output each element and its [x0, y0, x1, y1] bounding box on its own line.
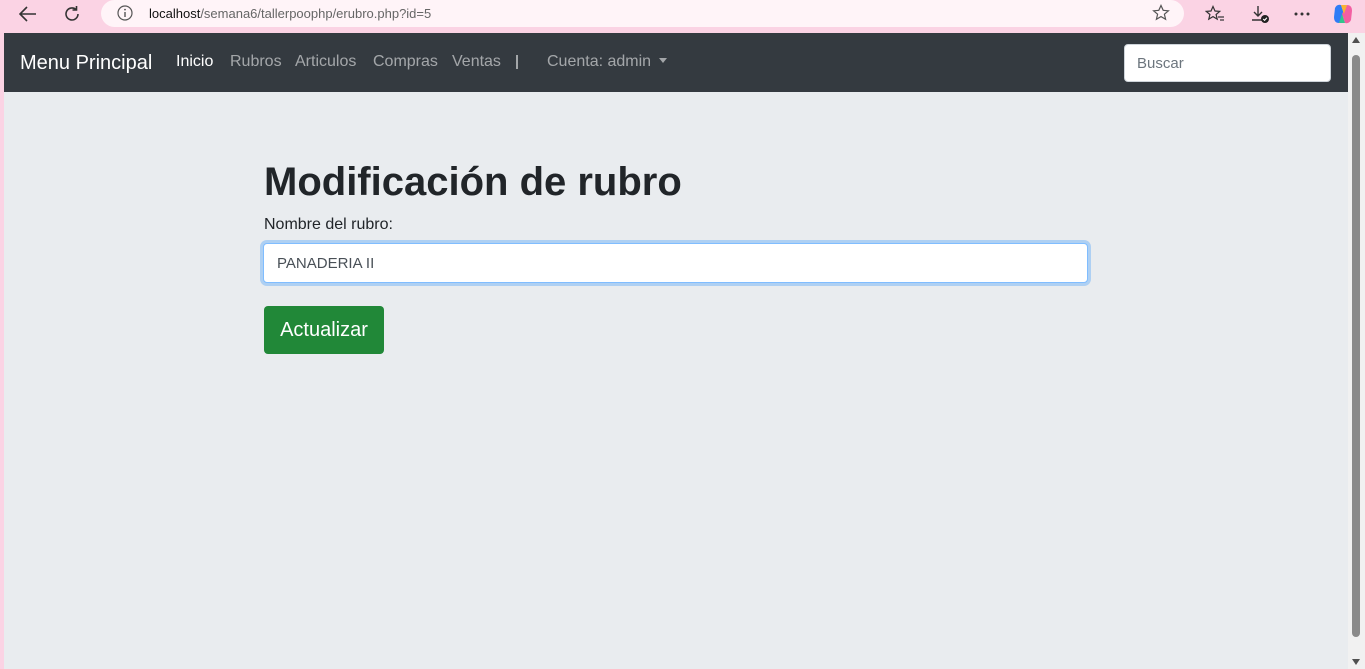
- copilot-button[interactable]: [1328, 1, 1358, 27]
- account-dropdown[interactable]: Cuenta: admin: [547, 53, 668, 71]
- navbar-brand[interactable]: Menu Principal: [20, 52, 152, 75]
- nav-link-articulos[interactable]: Articulos: [295, 53, 356, 71]
- downloads-icon: [1252, 6, 1269, 23]
- favorites-icon: [1205, 5, 1224, 21]
- url-text: localhost/semana6/tallerpoophp/erubro.ph…: [149, 6, 432, 21]
- caret-down-icon: [659, 58, 668, 63]
- browser-toolbar: localhost/semana6/tallerpoophp/erubro.ph…: [0, 0, 1365, 33]
- account-label: Cuenta: admin: [547, 53, 652, 70]
- nav-link-ventas[interactable]: Ventas: [452, 53, 501, 71]
- more-button[interactable]: [1287, 1, 1317, 27]
- search-input[interactable]: [1124, 44, 1331, 82]
- address-bar[interactable]: localhost/semana6/tallerpoophp/erubro.ph…: [101, 0, 1184, 27]
- reload-icon: [65, 6, 79, 21]
- more-icon: [1294, 12, 1310, 16]
- navbar: Menu Principal Inicio Rubros Articulos C…: [4, 33, 1348, 92]
- nav-link-rubros[interactable]: Rubros: [230, 53, 282, 71]
- back-arrow-icon: [19, 6, 36, 22]
- page-title: Modificación de rubro: [264, 160, 682, 204]
- copilot-icon: [1334, 4, 1352, 24]
- scroll-down-arrow-icon[interactable]: [1352, 659, 1360, 665]
- scroll-up-arrow-icon[interactable]: [1352, 37, 1360, 43]
- downloads-button[interactable]: [1245, 1, 1275, 27]
- page-viewport: Menu Principal Inicio Rubros Articulos C…: [4, 33, 1348, 669]
- nav-link-inicio[interactable]: Inicio: [176, 53, 213, 71]
- nav-link-compras[interactable]: Compras: [373, 53, 438, 71]
- scroll-thumb[interactable]: [1352, 55, 1360, 637]
- info-icon[interactable]: [117, 5, 133, 26]
- rubro-name-input[interactable]: [263, 243, 1088, 283]
- reload-button[interactable]: [57, 1, 87, 27]
- favorites-button[interactable]: [1200, 1, 1230, 27]
- vertical-scrollbar[interactable]: [1348, 33, 1365, 669]
- back-button[interactable]: [13, 1, 43, 27]
- rubro-name-label: Nombre del rubro:: [264, 216, 393, 233]
- nav-divider: [516, 55, 518, 69]
- update-button[interactable]: Actualizar: [264, 306, 384, 354]
- star-icon[interactable]: [1152, 4, 1170, 27]
